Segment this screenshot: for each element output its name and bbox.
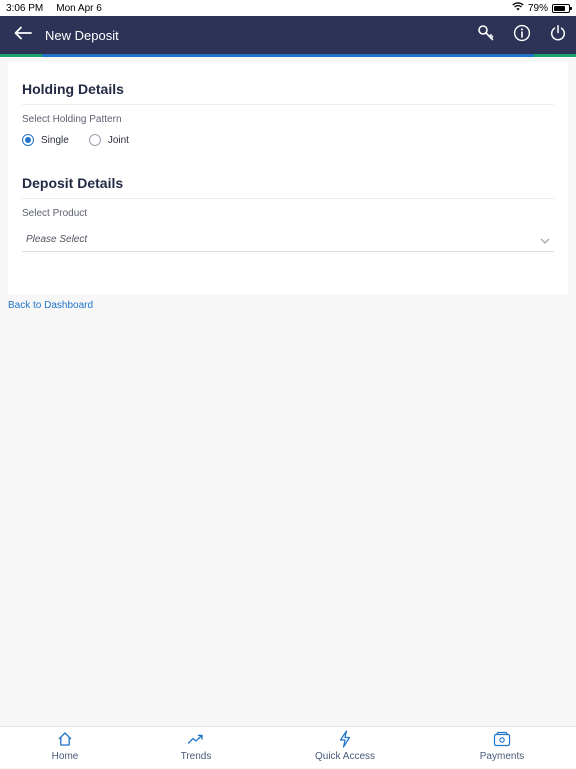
battery-icon — [552, 3, 572, 13]
radio-single[interactable]: Single — [22, 134, 69, 146]
bottom-tab-bar: Home Trends Quick Access Payments — [0, 726, 576, 768]
status-right: 79% — [512, 2, 572, 14]
app-header: New Deposit — [0, 16, 576, 54]
radio-single-label: Single — [41, 134, 69, 146]
back-button[interactable] — [6, 20, 40, 50]
deposit-form-card: Holding Details Select Holding Pattern S… — [8, 62, 568, 294]
trends-icon — [187, 730, 205, 748]
tab-payments-label: Payments — [479, 751, 525, 762]
holding-pattern-radio-group: Single Joint — [22, 134, 554, 146]
radio-unchecked-icon — [88, 134, 101, 146]
info-icon — [513, 24, 531, 47]
product-select-value: Please Select — [26, 234, 88, 245]
back-to-dashboard-link[interactable]: Back to Dashboard — [8, 300, 93, 311]
select-product-label: Select Product — [22, 208, 88, 219]
deposit-details-title: Deposit Details — [22, 146, 554, 199]
back-arrow-icon — [14, 26, 32, 45]
tab-quick-access[interactable]: Quick Access — [305, 727, 385, 769]
deposit-details-section: Deposit Details Select Product Please Se… — [22, 146, 554, 252]
tab-home[interactable]: Home — [40, 727, 90, 769]
status-bar: 3:06 PM Mon Apr 6 79% — [0, 0, 576, 16]
battery-percent: 79% — [527, 2, 548, 14]
status-date: Mon Apr 6 — [56, 2, 102, 14]
product-select[interactable]: Please Select — [22, 228, 554, 252]
tab-trends-label: Trends — [180, 751, 212, 762]
header-accent-stripe — [0, 54, 576, 57]
radio-checked-icon — [22, 134, 34, 146]
status-time: 3:06 PM — [6, 2, 44, 14]
logout-button[interactable] — [546, 23, 570, 47]
lightning-icon — [338, 730, 352, 748]
home-icon — [57, 730, 73, 748]
search-button[interactable] — [474, 23, 498, 47]
tab-quick-access-label: Quick Access — [314, 751, 376, 762]
holding-details-section: Holding Details Select Holding Pattern S… — [22, 62, 554, 146]
radio-joint[interactable]: Joint — [88, 134, 129, 146]
search-key-icon — [477, 24, 495, 47]
wifi-icon — [512, 2, 524, 14]
chevron-down-icon — [540, 231, 550, 249]
page-title: New Deposit — [45, 27, 119, 43]
power-icon — [549, 24, 567, 47]
holding-pattern-label: Select Holding Pattern — [22, 114, 122, 125]
tab-home-label: Home — [51, 751, 79, 762]
info-button[interactable] — [510, 23, 534, 47]
radio-joint-label: Joint — [107, 134, 129, 146]
tab-trends[interactable]: Trends — [171, 727, 221, 769]
header-actions — [474, 23, 576, 47]
holding-details-title: Holding Details — [22, 62, 554, 105]
tab-payments[interactable]: Payments — [471, 727, 533, 769]
payments-icon — [493, 730, 511, 748]
